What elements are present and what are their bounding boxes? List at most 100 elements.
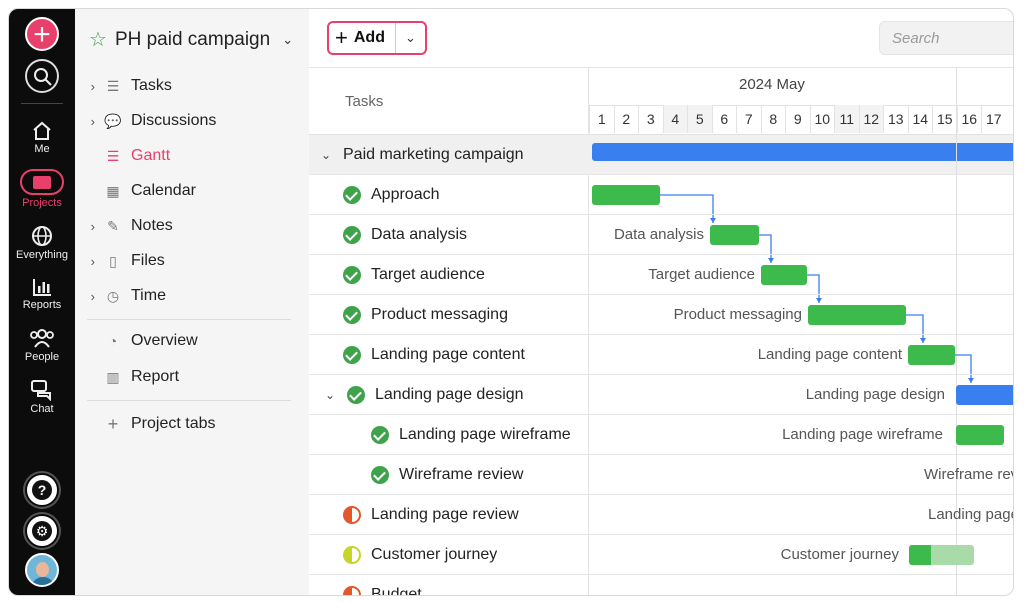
gantt-bar-label: Wireframe rev <box>924 466 1014 483</box>
rail-item-everything[interactable]: Everything <box>9 225 75 261</box>
sidebar-item-label: Calendar <box>131 182 196 199</box>
sidebar-item-files[interactable]: › ▯ Files <box>75 248 309 274</box>
completed-check-icon[interactable] <box>343 266 361 284</box>
task-row[interactable]: Approach <box>309 175 1013 215</box>
sidebar-item-calendar[interactable]: ▦ Calendar <box>75 178 309 204</box>
sidebar-item-time[interactable]: › ◷ Time <box>75 283 309 309</box>
folder-icon <box>20 169 64 195</box>
project-tabs-button[interactable]: + Project tabs <box>75 411 309 437</box>
task-label: Budget <box>371 586 422 596</box>
task-label: Customer journey <box>371 546 498 563</box>
gantt-bar[interactable] <box>761 265 807 285</box>
create-new-button[interactable]: + <box>25 17 59 51</box>
gantt-bar-label: Landing page wireframe <box>782 426 943 443</box>
gantt-bar[interactable] <box>908 345 955 365</box>
gantt-bar[interactable] <box>592 185 660 205</box>
rail-item-projects[interactable]: Projects <box>9 169 75 209</box>
task-row[interactable]: Data analysis Data analysis <box>309 215 1013 255</box>
completed-check-icon[interactable] <box>343 186 361 204</box>
task-label: Target audience <box>371 266 485 283</box>
task-row[interactable]: Landing page content Landing page content <box>309 335 1013 375</box>
task-label: Landing page review <box>371 506 519 523</box>
chevron-right-icon[interactable]: › <box>75 289 101 304</box>
gantt-bar[interactable] <box>808 305 906 325</box>
task-row[interactable]: Wireframe review Wireframe rev <box>309 455 1014 495</box>
in-progress-status-icon[interactable] <box>343 506 361 524</box>
in-progress-status-icon[interactable] <box>343 586 361 595</box>
global-search-button[interactable] <box>25 59 59 93</box>
gantt-bar-label: Target audience <box>648 266 755 283</box>
sidebar-item-label: Gantt <box>131 147 171 164</box>
rail-item-chat[interactable]: Chat <box>9 379 75 415</box>
chevron-right-icon[interactable]: › <box>75 79 101 94</box>
chevron-down-icon[interactable]: ⌄ <box>323 388 337 402</box>
sidebar-item-discussions[interactable]: › 💬 Discussions <box>75 108 309 134</box>
task-name: Approach <box>343 175 440 215</box>
sidebar-divider <box>87 400 291 401</box>
in-progress-status-icon[interactable] <box>343 546 361 564</box>
completed-check-icon[interactable] <box>371 426 389 444</box>
gear-icon: ⚙ <box>32 521 52 541</box>
gantt-bar[interactable] <box>710 225 759 245</box>
sidebar-item-notes[interactable]: › ✎ Notes <box>75 213 309 239</box>
gantt-bar[interactable] <box>909 545 974 565</box>
task-label: Data analysis <box>371 226 468 243</box>
rail-item-people[interactable]: People <box>9 327 75 363</box>
rail-item-reports[interactable]: Reports <box>9 277 75 311</box>
rail-divider <box>21 103 63 104</box>
star-icon[interactable]: ☆ <box>89 27 107 52</box>
sidebar-item-label: Discussions <box>131 112 217 129</box>
rail-item-label: Chat <box>30 403 54 415</box>
settings-button[interactable]: ⚙ <box>25 514 59 548</box>
completed-check-icon[interactable] <box>343 346 361 364</box>
help-icon: ? <box>32 480 52 500</box>
project-title[interactable]: ☆ PH paid campaign ⌄ <box>89 27 293 52</box>
task-row[interactable]: ⌄ Landing page design Landing page design <box>309 375 1013 415</box>
rail-item-label: People <box>24 351 60 363</box>
completed-check-icon[interactable] <box>371 466 389 484</box>
file-icon: ▯ <box>109 252 117 269</box>
task-row[interactable]: Product messaging Product messaging <box>309 295 1013 335</box>
sidebar-item-label: Time <box>131 287 166 304</box>
sidebar-item-label: Tasks <box>131 77 172 94</box>
completed-check-icon[interactable] <box>347 386 365 404</box>
completed-check-icon[interactable] <box>343 306 361 324</box>
sidebar-item-label: Overview <box>131 332 198 349</box>
chevron-right-icon[interactable]: › <box>75 114 101 129</box>
gantt-bar-label: Data analysis <box>613 226 704 243</box>
search-icon <box>34 68 52 86</box>
help-button[interactable]: ? <box>25 473 59 507</box>
sidebar-item-report[interactable]: ▥ Report <box>75 364 309 390</box>
sidebar-item-tasks[interactable]: › ☰ Tasks <box>75 73 309 99</box>
task-row[interactable]: Target audience Target audience <box>309 255 1013 295</box>
sidebar-item-label: Files <box>131 252 165 269</box>
task-row[interactable]: Budget <box>309 575 1013 596</box>
gantt-bar-label: Landing page <box>928 506 1014 523</box>
task-row[interactable]: Customer journey Customer journey <box>309 535 1013 575</box>
task-name: Product messaging <box>343 295 508 335</box>
task-row[interactable]: Landing page wireframe Landing page wiref… <box>309 415 1013 455</box>
chevron-down-icon: ⌄ <box>282 31 294 47</box>
gantt-bar[interactable] <box>956 385 1013 405</box>
task-name: Landing page review <box>343 495 519 535</box>
rail-item-me[interactable]: Me <box>9 121 75 155</box>
task-label: Approach <box>371 186 440 203</box>
gantt-bar-label: Customer journey <box>780 546 899 563</box>
task-name: Customer journey <box>343 535 497 575</box>
gantt-bar[interactable] <box>956 425 1004 445</box>
completed-check-icon[interactable] <box>343 226 361 244</box>
globe-icon <box>32 226 52 246</box>
app-window: + Me Projects Everything Reports People … <box>8 8 1014 596</box>
project-title-text: PH paid campaign <box>114 28 271 50</box>
sidebar-item-overview[interactable]: ◔ Overview <box>75 328 309 354</box>
avatar[interactable] <box>25 553 59 587</box>
bar-chart-icon <box>33 279 51 296</box>
people-icon <box>30 329 54 348</box>
chevron-right-icon[interactable]: › <box>75 219 101 234</box>
chevron-right-icon[interactable]: › <box>75 254 101 269</box>
rail-item-label: Everything <box>16 249 68 261</box>
task-label: Product messaging <box>371 306 508 323</box>
gantt-bar-label: Landing page design <box>805 386 945 403</box>
sidebar-item-gantt[interactable]: ☰ Gantt <box>75 143 309 169</box>
task-row[interactable]: Landing page review Landing page <box>309 495 1014 535</box>
